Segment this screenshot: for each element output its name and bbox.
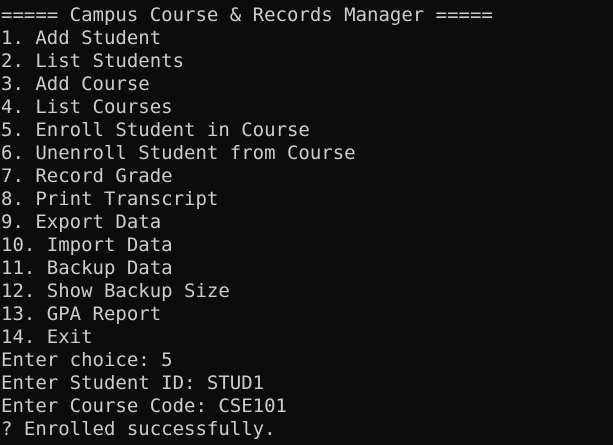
menu-item-add-student: 1. Add Student (1, 27, 162, 49)
menu-item-list-students: 2. List Students (1, 50, 185, 72)
menu-item-backup-data: 11. Backup Data (1, 257, 173, 279)
choice-prompt: Enter choice: 5 (1, 349, 173, 371)
menu-item-list-courses: 4. List Courses (1, 96, 173, 118)
student-id-prompt: Enter Student ID: STUD1 (1, 372, 265, 394)
menu-item-add-course: 3. Add Course (1, 73, 150, 95)
console-header: ===== Campus Course & Records Manager ==… (1, 4, 493, 26)
menu-item-show-backup-size: 12. Show Backup Size (1, 280, 230, 302)
menu-item-enroll-student: 5. Enroll Student in Course (1, 119, 310, 141)
result-message: ? Enrolled successfully. (1, 418, 276, 440)
console-window[interactable]: ===== Campus Course & Records Manager ==… (0, 0, 613, 445)
menu-item-print-transcript: 8. Print Transcript (1, 188, 219, 210)
menu-item-record-grade: 7. Record Grade (1, 165, 173, 187)
menu-item-gpa-report: 13. GPA Report (1, 303, 162, 325)
menu-item-import-data: 10. Import Data (1, 234, 173, 256)
menu-item-exit: 14. Exit (1, 326, 93, 348)
menu-item-export-data: 9. Export Data (1, 211, 162, 233)
menu-item-unenroll-student: 6. Unenroll Student from Course (1, 142, 356, 164)
course-code-prompt: Enter Course Code: CSE101 (1, 395, 287, 417)
